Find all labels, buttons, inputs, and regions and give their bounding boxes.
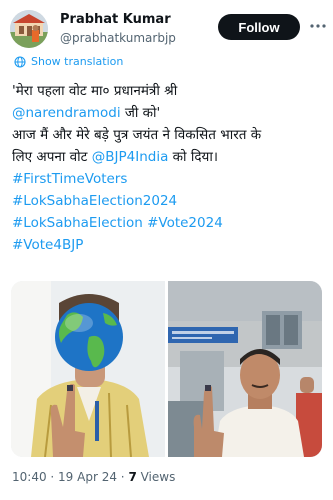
mention-bjp4india[interactable]: @BJP4India (92, 149, 169, 165)
tweet-date[interactable]: 19 Apr 24 (58, 470, 117, 484)
tweet-line: #LokSabhaElection2024 (12, 190, 330, 212)
hashtag-vote4bjp[interactable]: #Vote4BJP (12, 237, 83, 253)
tweet-line: #FirstTimeVoters (12, 168, 330, 190)
tweet-text-segment: आज मैं और मेरे बड़े पुत्र जयंत ने विकसित… (12, 127, 262, 143)
follow-button[interactable]: Follow (218, 14, 300, 40)
hashtag-loksabhaelection2024[interactable]: #LokSabhaElection2024 (12, 193, 177, 209)
media-grid (11, 281, 322, 457)
tweet-text-segment: को दिया। (168, 149, 218, 165)
author-handle[interactable]: @prabhatkumarbjp (60, 31, 176, 45)
tweet-text: 'मेरा पहला वोट मा० प्रधानमंत्री श्री @na… (12, 80, 330, 256)
avatar[interactable] (10, 10, 48, 48)
globe-icon (14, 55, 26, 68)
tweet-meta: 10:40 · 19 Apr 24 · 7 Views (12, 470, 175, 484)
tweet-time[interactable]: 10:40 (12, 470, 47, 484)
tweet-text-segment: लिए अपना वोट (12, 149, 92, 165)
hashtag-firsttimevoters[interactable]: #FirstTimeVoters (12, 171, 127, 187)
polling-booth-image (168, 281, 322, 457)
meta-separator: · (46, 470, 59, 484)
views-label: Views (136, 470, 176, 484)
more-icon[interactable] (308, 16, 328, 36)
show-translation-link[interactable]: Show translation (14, 55, 123, 68)
tweet-header: Prabhat Kumar @prabhatkumarbjp Follow (0, 0, 333, 58)
meta-separator: · (116, 470, 129, 484)
tweet-line: #Vote4BJP (12, 234, 330, 256)
tweet-line: @narendramodi जी को' (12, 102, 330, 124)
avatar-image (10, 10, 48, 48)
tweet-line: आज मैं और मेरे बड़े पुत्र जयंत ने विकसित… (12, 124, 330, 146)
author-name[interactable]: Prabhat Kumar (60, 12, 171, 27)
mention-narendramodi[interactable]: @narendramodi (12, 105, 121, 121)
views-count: 7 (128, 470, 137, 484)
tweet-line: #LokSabhaElection #Vote2024 (12, 212, 330, 234)
tweet-line: 'मेरा पहला वोट मा० प्रधानमंत्री श्री (12, 80, 330, 102)
hashtag-loksabhaelection[interactable]: #LokSabhaElection (12, 215, 143, 231)
tweet-text-segment: 'मेरा पहला वोट मा० प्रधानमंत्री श्री (12, 83, 178, 99)
tweet-line: लिए अपना वोट @BJP4India को दिया। (12, 146, 330, 168)
tweet-text-segment: जी को' (120, 105, 161, 121)
hashtag-vote2024[interactable]: #Vote2024 (147, 215, 223, 231)
voter-selfie-image (11, 281, 165, 457)
show-translation-label: Show translation (31, 55, 124, 68)
photo-voter-selfie[interactable] (11, 281, 165, 457)
photo-polling-booth[interactable] (168, 281, 322, 457)
